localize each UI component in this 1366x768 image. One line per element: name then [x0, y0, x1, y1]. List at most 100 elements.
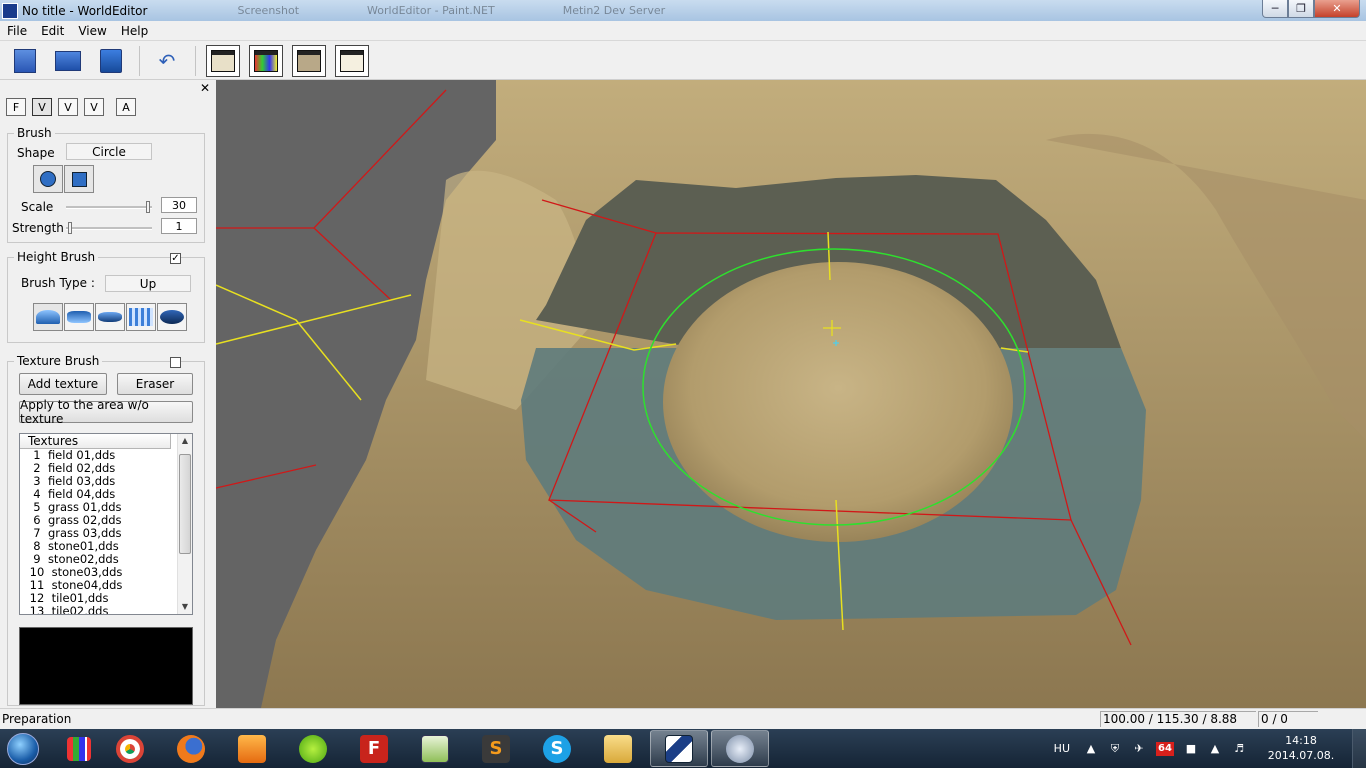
signal-icon[interactable]: ▲ — [1208, 742, 1222, 756]
scale-input[interactable]: 30 — [161, 197, 197, 213]
tray-app-icon[interactable]: ✈ — [1132, 742, 1146, 756]
taskbar-sublime[interactable]: S — [467, 730, 525, 767]
editor-icon — [421, 734, 449, 763]
object-view-button[interactable] — [292, 44, 326, 77]
noise-icon — [129, 308, 153, 326]
menu-file[interactable]: File — [0, 24, 34, 38]
save-icon — [100, 48, 122, 73]
mound-down-icon — [67, 311, 91, 323]
taskbar-editor[interactable] — [406, 730, 464, 767]
tab-f[interactable]: F — [6, 98, 26, 116]
sublime-icon: S — [482, 734, 510, 763]
open-folder-button[interactable] — [51, 45, 85, 77]
minimize-button[interactable]: ─ — [1262, 0, 1288, 18]
list-item[interactable]: 13 tile02,dds — [20, 605, 192, 615]
flatten-icon — [98, 312, 122, 322]
menu-view[interactable]: View — [71, 24, 113, 38]
scale-label: Scale — [21, 200, 54, 214]
scale-slider[interactable] — [66, 201, 152, 213]
tray-expand-icon[interactable]: ▲ — [1084, 742, 1098, 756]
clock-time: 14:18 — [1285, 734, 1317, 747]
strength-slider-thumb[interactable] — [68, 222, 72, 234]
pencil-icon — [340, 49, 364, 72]
taskbar-chrome[interactable] — [101, 730, 159, 767]
texture-list-header[interactable]: Textures — [20, 434, 171, 449]
object-view-icon — [297, 49, 321, 72]
strength-input[interactable]: 1 — [161, 218, 197, 234]
smooth-icon — [160, 310, 184, 324]
clock-date: 2014.07.08. — [1267, 749, 1335, 762]
network-icon[interactable]: ■ — [1184, 742, 1198, 756]
taskbar-explorer[interactable] — [589, 730, 647, 767]
height-brush-checkbox[interactable]: ✓ — [170, 253, 181, 264]
panel-close-icon[interactable]: ✕ — [200, 81, 210, 95]
brush-flatten-button[interactable] — [95, 303, 125, 331]
new-file-button[interactable] — [8, 45, 42, 77]
new-file-icon — [14, 48, 36, 73]
brush-type-value: Up — [105, 275, 191, 292]
brush-smooth-button[interactable] — [157, 303, 187, 331]
save-button[interactable] — [94, 45, 128, 77]
menu-edit[interactable]: Edit — [34, 24, 71, 38]
taskbar-firefox[interactable] — [162, 730, 220, 767]
tab-v3[interactable]: V — [84, 98, 104, 116]
taskbar-apps[interactable] — [60, 730, 98, 767]
tab-a[interactable]: A — [116, 98, 136, 116]
language-indicator[interactable]: HU — [1054, 742, 1070, 755]
tab-v1[interactable]: V — [32, 98, 52, 116]
undo-button[interactable]: ↶ — [150, 45, 184, 77]
map-view-button[interactable] — [206, 44, 240, 77]
texture-list[interactable]: Textures 1 field 01,dds 2 field 02,dds 3… — [19, 433, 193, 615]
taskbar-skype[interactable]: S — [528, 730, 586, 767]
brush-down-button[interactable] — [64, 303, 94, 331]
height-brush-group: Height Brush ✓ Brush Type : Up — [7, 250, 205, 343]
scale-slider-thumb[interactable] — [146, 201, 150, 213]
taskbar-chat-app[interactable] — [284, 730, 342, 767]
coordinate-readout: 100.00 / 115.30 / 8.88 — [1100, 711, 1256, 727]
scroll-up-icon[interactable]: ▲ — [178, 434, 192, 448]
texture-brush-checkbox[interactable] — [170, 357, 181, 368]
scroll-down-icon[interactable]: ▼ — [178, 600, 192, 614]
shape-value: Circle — [66, 143, 152, 160]
taskbar-filezilla[interactable]: F — [345, 730, 403, 767]
texture-list-scrollbar[interactable]: ▲ ▼ — [177, 434, 192, 614]
title-bar: No title - WorldEditor Screenshot WorldE… — [0, 0, 1366, 21]
brush-noise-button[interactable] — [126, 303, 156, 331]
terrain-viewport[interactable] — [216, 80, 1366, 708]
maximize-button[interactable]: ❐ — [1288, 0, 1314, 18]
mode-tabs: F V V V A — [6, 98, 136, 116]
apply-area-button[interactable]: Apply to the area w/o texture — [19, 398, 193, 426]
scroll-thumb[interactable] — [179, 454, 191, 554]
worldeditor-icon — [665, 734, 693, 763]
texture-view-icon — [254, 49, 278, 72]
terrain-scene[interactable] — [216, 80, 1366, 708]
toolbar: ↶ — [0, 42, 1366, 80]
battery-badge[interactable]: 64 — [1156, 741, 1174, 756]
mound-up-icon — [36, 310, 60, 324]
square-shape-button[interactable] — [64, 165, 94, 193]
add-texture-button[interactable]: Add texture — [19, 373, 107, 395]
taskbar-paint[interactable] — [711, 730, 769, 767]
show-desktop-button[interactable] — [1352, 729, 1366, 768]
taskbar-worldeditor[interactable] — [650, 730, 708, 767]
brush-up-button[interactable] — [33, 303, 63, 331]
app-icon — [2, 2, 18, 19]
shield-icon[interactable]: ⛨ — [1108, 742, 1122, 756]
strength-slider[interactable] — [66, 222, 152, 234]
circle-shape-button[interactable] — [33, 165, 63, 193]
eraser-button[interactable]: Eraser — [117, 373, 193, 395]
edit-view-button[interactable] — [335, 44, 369, 77]
start-button[interactable] — [0, 729, 46, 768]
paint-icon — [726, 734, 754, 763]
texture-view-button[interactable] — [249, 44, 283, 77]
shape-label: Shape — [17, 146, 55, 160]
system-tray: HU ▲ ⛨ ✈ 64 ■ ▲ ♬ — [1054, 729, 1256, 768]
system-clock[interactable]: 14:18 2014.07.08. — [1266, 733, 1336, 763]
tab-v2[interactable]: V — [58, 98, 78, 116]
volume-icon[interactable]: ♬ — [1232, 742, 1246, 756]
taskbar-media-player[interactable] — [223, 730, 281, 767]
menu-bar: File Edit View Help — [0, 21, 1366, 41]
close-button[interactable]: ✕ — [1314, 0, 1360, 18]
height-brush-legend: Height Brush — [14, 250, 99, 264]
menu-help[interactable]: Help — [114, 24, 155, 38]
